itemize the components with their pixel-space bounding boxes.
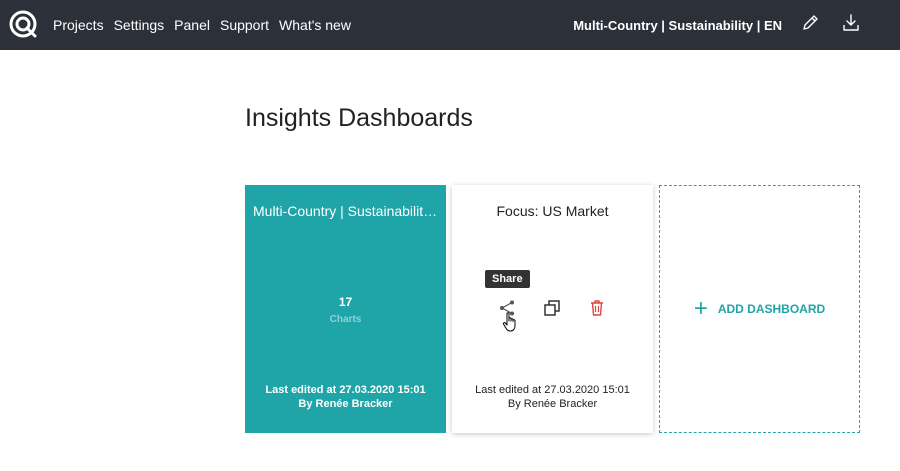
logo-icon[interactable] (8, 9, 38, 39)
add-dashboard-card[interactable]: + ADD DASHBOARD (659, 185, 860, 433)
chart-count: 17 (338, 295, 353, 309)
dashboard-title: Multi-Country | Sustainability | EN (253, 203, 438, 219)
chart-count-label: Charts (329, 314, 362, 325)
last-edited-info: Last edited at 27.03.2020 15:01 By Renée… (452, 383, 653, 411)
duplicate-icon[interactable] (543, 299, 561, 317)
trash-icon[interactable] (588, 299, 606, 317)
hand-cursor-icon (502, 312, 516, 332)
last-edited-date: Last edited at 27.03.2020 15:01 (475, 384, 630, 396)
pencil-icon[interactable] (799, 12, 821, 34)
nav-item-support[interactable]: Support (220, 17, 269, 33)
nav-item-settings[interactable]: Settings (114, 17, 165, 33)
add-dashboard-label: ADD DASHBOARD (717, 302, 826, 316)
dashboard-title: Focus: US Market (496, 203, 609, 219)
plus-icon: + (693, 295, 708, 322)
author: By Renée Bracker (507, 398, 598, 410)
current-project-name: Multi-Country | Sustainability | EN (573, 17, 782, 33)
add-dashboard-button[interactable]: + ADD DASHBOARD (660, 295, 859, 322)
nav-item-projects[interactable]: Projects (53, 17, 104, 33)
page-title: Insights Dashboards (245, 104, 473, 132)
nav-item-whats-new[interactable]: What's new (279, 17, 351, 33)
share-tooltip: Share (485, 270, 530, 288)
nav-item-panel[interactable]: Panel (174, 17, 210, 33)
last-edited-date: Last edited at 27.03.2020 15:01 (265, 384, 426, 396)
top-navigation-bar: Projects Settings Panel Support What's n… (0, 0, 900, 50)
download-icon[interactable] (840, 12, 862, 34)
last-edited-info: Last edited at 27.03.2020 15:01 By Renée… (245, 383, 446, 411)
dashboard-card[interactable]: Focus: US Market Share Last edited at 27… (452, 185, 653, 433)
main-nav: Projects Settings Panel Support What's n… (53, 0, 351, 50)
dashboard-card[interactable]: Multi-Country | Sustainability | EN 17 C… (245, 185, 446, 433)
author: By Renée Bracker (298, 398, 393, 410)
